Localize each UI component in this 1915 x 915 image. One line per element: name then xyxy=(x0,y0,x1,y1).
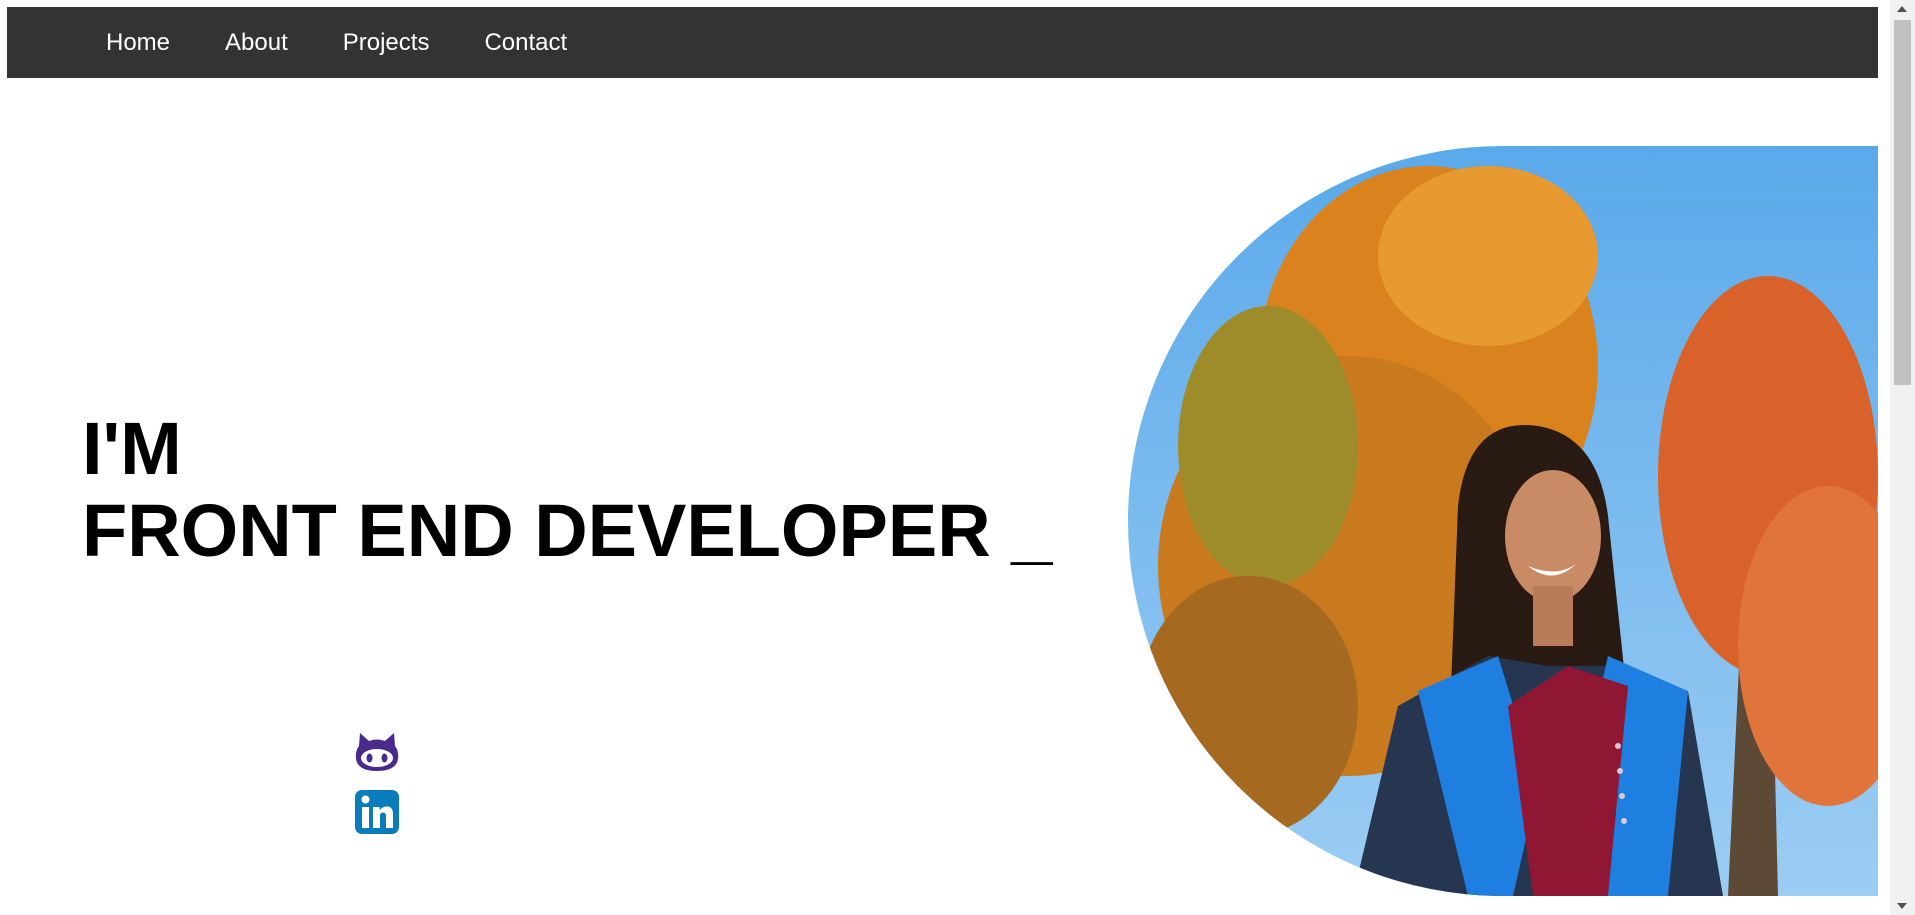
nav-projects-link[interactable]: Projects xyxy=(343,30,430,55)
scrollbar-thumb[interactable] xyxy=(1894,20,1911,385)
top-navbar: Home About Projects Contact xyxy=(7,7,1878,78)
nav-about-link[interactable]: About xyxy=(225,30,288,55)
linkedin-link[interactable] xyxy=(354,789,400,835)
scroll-up-arrow-icon[interactable] xyxy=(1897,6,1907,12)
profile-photo-image xyxy=(1128,146,1878,896)
github-octocat-icon xyxy=(355,733,399,771)
github-link[interactable] xyxy=(354,729,400,775)
nav-contact-link[interactable]: Contact xyxy=(484,30,567,55)
scroll-down-arrow-icon[interactable] xyxy=(1897,903,1907,909)
nav-home-link[interactable]: Home xyxy=(106,30,170,55)
vertical-scrollbar[interactable] xyxy=(1890,0,1915,915)
hero-heading-line2: FRONT END DEVELOPER _ xyxy=(82,489,1053,572)
hero-heading-line1: I'M xyxy=(82,407,182,490)
linkedin-icon xyxy=(355,790,399,834)
profile-photo xyxy=(1128,146,1878,896)
hero-heading: I'M FRONT END DEVELOPER _ xyxy=(82,408,1052,572)
